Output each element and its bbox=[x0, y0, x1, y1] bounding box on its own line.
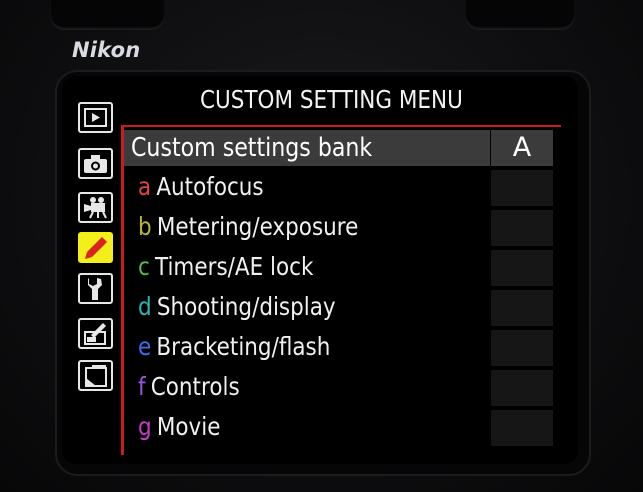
tab-playback[interactable] bbox=[78, 102, 113, 133]
tab-custom-setting[interactable] bbox=[78, 232, 113, 263]
row-value-cell bbox=[491, 210, 553, 246]
movie-camera-icon bbox=[84, 197, 107, 219]
playback-icon bbox=[84, 108, 107, 127]
row-value-cell bbox=[491, 370, 553, 406]
menu-item-shooting-display[interactable]: d Shooting/display bbox=[138, 289, 336, 325]
menu-item-letter: f bbox=[138, 372, 146, 401]
tab-recent-settings[interactable] bbox=[78, 360, 113, 391]
bank-value: A bbox=[512, 132, 532, 163]
menu-item-metering-exposure[interactable]: b Metering/exposure bbox=[138, 209, 358, 245]
menu-title: CUSTOM SETTING MENU bbox=[200, 85, 463, 114]
custom-settings-bank-label[interactable]: Custom settings bank bbox=[131, 130, 372, 166]
row-value-cell bbox=[491, 410, 553, 446]
menu-item-label: Bracketing/flash bbox=[156, 332, 331, 361]
retouch-icon bbox=[84, 323, 106, 345]
tab-retouch[interactable] bbox=[78, 318, 113, 349]
camera-icon bbox=[84, 155, 107, 173]
tab-photo-shooting[interactable] bbox=[78, 148, 113, 179]
menu-item-autofocus[interactable]: a Autofocus bbox=[138, 169, 264, 205]
menu-item-label: Shooting/display bbox=[156, 292, 336, 321]
menu-item-label: Metering/exposure bbox=[156, 212, 359, 241]
menu-item-letter: g bbox=[138, 412, 152, 441]
menu-item-letter: e bbox=[138, 332, 152, 361]
menu-item-label: Controls bbox=[150, 372, 240, 401]
row-value-cell bbox=[491, 170, 553, 206]
row-value-cell bbox=[491, 330, 553, 366]
menu-item-letter: d bbox=[138, 292, 152, 321]
menu-item-letter: c bbox=[138, 252, 150, 281]
menu-item-label: Timers/AE lock bbox=[154, 252, 314, 281]
camera-body: Nikon CUSTOM SETTING MENU Custom setting… bbox=[0, 0, 643, 492]
menu-item-label: Autofocus bbox=[156, 172, 264, 201]
tab-movie-shooting[interactable] bbox=[78, 192, 113, 223]
tab-setup[interactable] bbox=[78, 273, 113, 304]
menu-item-movie[interactable]: g Movie bbox=[138, 409, 220, 445]
body-top-ridge-left bbox=[50, 0, 165, 30]
pencil-icon bbox=[85, 237, 107, 259]
row-value-cell bbox=[491, 250, 553, 286]
menu-item-bracketing-flash[interactable]: e Bracketing/flash bbox=[138, 329, 330, 365]
row-value-cell bbox=[491, 290, 553, 326]
menu-item-controls[interactable]: f Controls bbox=[138, 369, 240, 405]
brand-logo: Nikon bbox=[72, 38, 141, 62]
wrench-icon bbox=[88, 278, 102, 300]
menu-item-label: Movie bbox=[156, 412, 221, 441]
body-top-ridge-right bbox=[465, 0, 575, 30]
menu-item-timers-ae-lock[interactable]: c Timers/AE lock bbox=[138, 249, 313, 285]
recent-settings-icon bbox=[85, 365, 107, 387]
menu-item-letter: a bbox=[138, 172, 152, 201]
menu-item-letter: b bbox=[138, 212, 152, 241]
